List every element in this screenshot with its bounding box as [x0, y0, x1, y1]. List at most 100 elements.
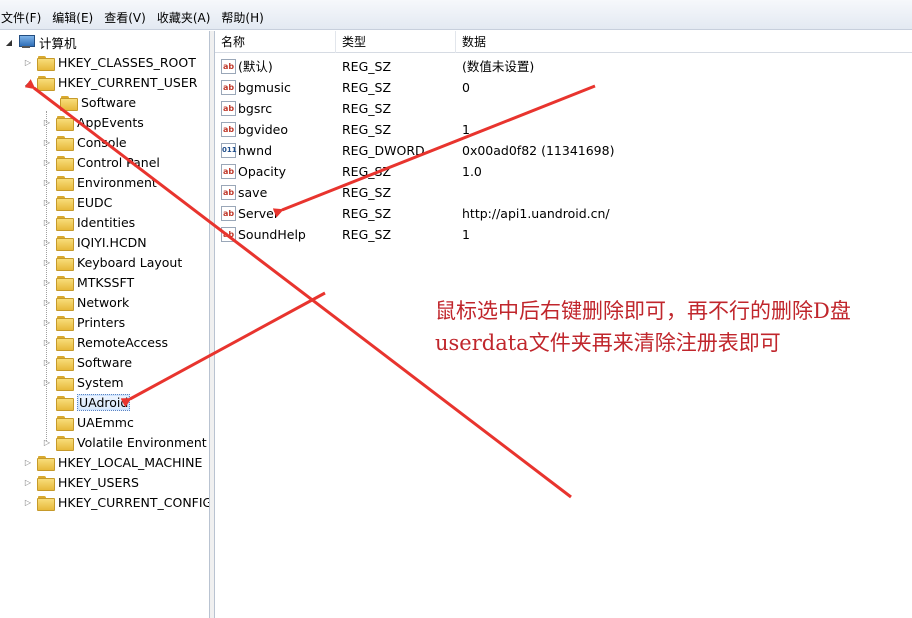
- tree-node-environment[interactable]: ▷ Environment: [42, 172, 157, 192]
- value-name: Opacity: [238, 164, 287, 179]
- tree-label: Software: [77, 354, 133, 370]
- folder-icon: [56, 375, 74, 391]
- expand-arrow-icon[interactable]: ▷: [42, 217, 52, 227]
- tree-node-network[interactable]: ▷ Network: [42, 292, 129, 312]
- expand-arrow-icon[interactable]: ▷: [42, 117, 52, 127]
- menu-view[interactable]: 查看(V): [103, 11, 150, 25]
- tree-node-volatile-environment[interactable]: ▷ Volatile Environment: [42, 432, 207, 452]
- tree-node-software[interactable]: ▷ Software: [42, 352, 132, 372]
- expand-arrow-icon[interactable]: ▷: [42, 257, 52, 267]
- tree-label: MTKSSFT: [77, 274, 135, 290]
- value-data: http://api1.uandroid.cn/: [462, 206, 610, 221]
- value-type: REG_SZ: [342, 80, 392, 95]
- folder-icon: [56, 235, 74, 251]
- folder-icon: [56, 335, 74, 351]
- folder-icon: [37, 495, 55, 511]
- tree-node-system[interactable]: ▷ System: [42, 372, 124, 392]
- folder-icon: [37, 475, 55, 491]
- tree-node-keyboard-layout[interactable]: ▷ Keyboard Layout: [42, 252, 182, 272]
- tree-node-control-panel[interactable]: ▷ Control Panel: [42, 152, 160, 172]
- expand-arrow-icon[interactable]: ▷: [42, 277, 52, 287]
- tree-node-identities[interactable]: ▷ Identities: [42, 212, 135, 232]
- value-name: hwnd: [238, 143, 273, 158]
- value-name: SoundHelp: [238, 227, 306, 242]
- tree-node-console[interactable]: ▷ Console: [42, 132, 127, 152]
- folder-icon: [56, 275, 74, 291]
- column-header-type[interactable]: 类型: [336, 31, 456, 53]
- value-row[interactable]: ab bgsrc REG_SZ: [215, 98, 912, 119]
- expand-arrow-icon[interactable]: ▷: [23, 477, 33, 487]
- folder-icon: [56, 435, 74, 451]
- expand-arrow-icon[interactable]: ▷: [42, 237, 52, 247]
- expand-arrow-icon[interactable]: ▷: [42, 437, 52, 447]
- tree-label: Keyboard Layout: [77, 254, 183, 270]
- value-name: (默认): [238, 59, 273, 74]
- value-row[interactable]: ab save REG_SZ: [215, 182, 912, 203]
- value-row[interactable]: ab SoundHelp REG_SZ 1: [215, 224, 912, 245]
- menu-file[interactable]: 文件(F): [0, 11, 45, 25]
- tree-node-hkcr[interactable]: ▷ HKEY_CLASSES_ROOT: [23, 52, 196, 72]
- tree-node-iqiyi-hcdn[interactable]: ▷ IQIYI.HCDN: [42, 232, 147, 252]
- value-row[interactable]: ab bgmusic REG_SZ 0: [215, 77, 912, 98]
- tree-node-software[interactable]: Software: [42, 92, 136, 112]
- value-row[interactable]: ab Opacity REG_SZ 1.0: [215, 161, 912, 182]
- tree-node-eudc[interactable]: ▷ EUDC: [42, 192, 112, 212]
- string-value-icon: ab: [221, 206, 236, 221]
- tree-node-hkey-local-machine[interactable]: ▷ HKEY_LOCAL_MACHINE: [23, 452, 202, 472]
- expand-arrow-icon[interactable]: ▷: [23, 497, 33, 507]
- expand-arrow-icon[interactable]: ▷: [42, 197, 52, 207]
- value-row[interactable]: ab bgvideo REG_SZ 1: [215, 119, 912, 140]
- tree-node-hkcu[interactable]: ◢ HKEY_CURRENT_USER: [23, 72, 197, 92]
- expand-arrow-icon[interactable]: ▷: [42, 317, 52, 327]
- expand-arrow-icon[interactable]: ▷: [42, 377, 52, 387]
- value-row[interactable]: ab Server REG_SZ http://api1.uandroid.cn/: [215, 203, 912, 224]
- collapse-arrow-icon[interactable]: ◢: [4, 37, 14, 47]
- tree-node-hkey-current-config[interactable]: ▷ HKEY_CURRENT_CONFIG: [23, 492, 209, 512]
- tree-node-printers[interactable]: ▷ Printers: [42, 312, 125, 332]
- tree-label: Network: [77, 294, 130, 310]
- value-type: REG_SZ: [342, 206, 392, 221]
- tree-label: Software: [81, 94, 137, 110]
- folder-icon: [37, 55, 55, 71]
- registry-tree[interactable]: ◢ 计算机 ▷ HKEY_CLASSES_ROOT ◢ HKEY_CURRENT…: [0, 31, 209, 618]
- tree-node-hkey-users[interactable]: ▷ HKEY_USERS: [23, 472, 139, 492]
- folder-icon: [56, 195, 74, 211]
- column-header-name[interactable]: 名称: [215, 31, 336, 53]
- expand-arrow-icon[interactable]: ▷: [42, 337, 52, 347]
- tree-node-computer[interactable]: ◢ 计算机: [4, 32, 77, 52]
- tree-label: Identities: [77, 214, 136, 230]
- value-row[interactable]: ab (默认) REG_SZ (数值未设置): [215, 56, 912, 77]
- tree-label: Control Panel: [77, 154, 160, 170]
- expand-arrow-icon[interactable]: ▷: [42, 137, 52, 147]
- expand-arrow-icon[interactable]: ▷: [23, 57, 33, 67]
- expand-arrow-icon[interactable]: ▷: [42, 357, 52, 367]
- expand-arrow-icon[interactable]: ▷: [42, 297, 52, 307]
- expand-arrow-icon[interactable]: ▷: [23, 457, 33, 467]
- tree-node-mtkssft[interactable]: ▷ MTKSSFT: [42, 272, 134, 292]
- annotation-line-1: 鼠标选中后右键删除即可，再不行的删除D盘: [435, 299, 851, 323]
- tree-label: System: [77, 374, 124, 390]
- instruction-annotation: 鼠标选中后右键删除即可，再不行的删除D盘 userdata文件夹再来清除注册表即…: [435, 295, 910, 359]
- folder-icon: [56, 395, 74, 411]
- menu-favorites[interactable]: 收藏夹(A): [156, 11, 215, 25]
- folder-icon: [56, 255, 74, 271]
- expand-arrow-icon[interactable]: ▷: [42, 157, 52, 167]
- folder-icon: [56, 215, 74, 231]
- collapse-arrow-icon[interactable]: ◢: [23, 77, 33, 87]
- value-row[interactable]: 011 hwnd REG_DWORD 0x00ad0f82 (11341698): [215, 140, 912, 161]
- tree-label: UAEmmc: [77, 414, 134, 430]
- folder-icon: [56, 175, 74, 191]
- column-header-data[interactable]: 数据: [456, 31, 912, 53]
- tree-label: AppEvents: [77, 114, 144, 130]
- tree-node-uaemmc[interactable]: UAEmmc: [42, 412, 134, 432]
- value-data: 0x00ad0f82 (11341698): [462, 143, 615, 158]
- tree-node-uadroid[interactable]: UAdroid: [42, 392, 131, 412]
- tree-node-remoteaccess[interactable]: ▷ RemoteAccess: [42, 332, 168, 352]
- tree-node-appevents[interactable]: ▷ AppEvents: [42, 112, 144, 132]
- menu-edit[interactable]: 编辑(E): [51, 11, 97, 25]
- expand-arrow-icon[interactable]: ▷: [42, 177, 52, 187]
- tree-label: 计算机: [39, 35, 77, 51]
- tree-label: UAdroid: [77, 393, 131, 411]
- menu-help[interactable]: 帮助(H): [220, 11, 267, 25]
